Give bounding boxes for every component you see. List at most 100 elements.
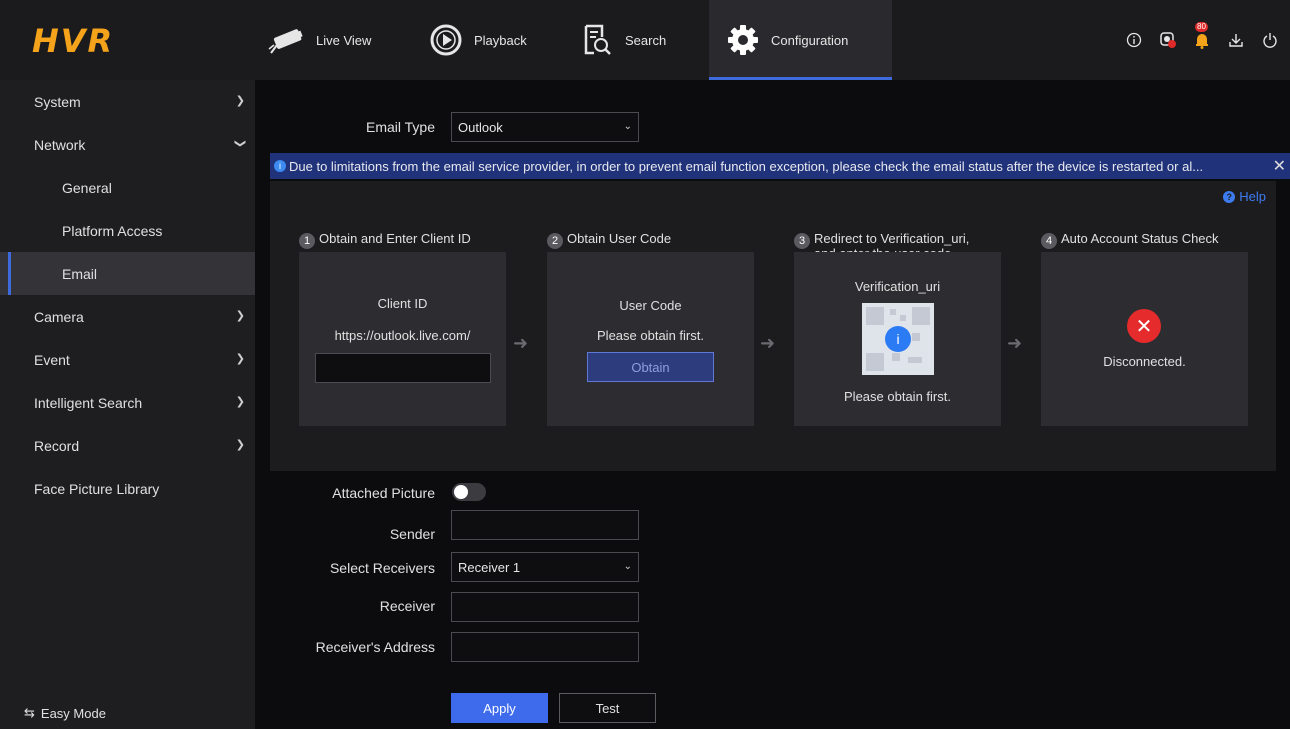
apply-button[interactable]: Apply xyxy=(451,693,548,723)
chevron-down-icon: ❯ xyxy=(233,138,246,149)
playback-icon xyxy=(424,20,468,60)
alarm-bell-icon[interactable]: 80 xyxy=(1192,22,1212,50)
sidebar-item-network[interactable]: Network ❯ xyxy=(0,123,255,166)
sidebar-item-label: System xyxy=(34,93,81,110)
receiver-label: Receiver xyxy=(379,598,435,614)
chevron-right-icon: ❯ xyxy=(235,310,245,322)
sidebar-item-label: Email xyxy=(62,265,98,282)
verification-card: Verification_uri i Please obtain first. xyxy=(794,252,1001,426)
verification-label: Verification_uri xyxy=(854,279,941,294)
sidebar-item-platform-access[interactable]: Platform Access xyxy=(0,209,255,252)
receiver-input[interactable] xyxy=(451,592,639,622)
notice-banner: i Due to limitations from the email serv… xyxy=(270,153,1290,179)
top-bar: HVR Live View Playback Search Configurat… xyxy=(0,0,1290,80)
search-file-icon xyxy=(575,20,619,60)
camera-status-icon[interactable] xyxy=(1158,30,1178,50)
help-link[interactable]: ? Help xyxy=(1223,189,1266,204)
arrow-right-icon: ➜ xyxy=(1007,333,1023,353)
sender-label: Sender xyxy=(389,526,435,542)
sidebar-item-general[interactable]: General xyxy=(0,166,255,209)
email-type-label: Email Type xyxy=(366,119,435,135)
chevron-down-icon: ⌄ xyxy=(623,121,632,132)
tab-configuration[interactable]: Configuration xyxy=(709,0,892,80)
swap-icon: ⇆ xyxy=(24,705,35,720)
step-1-title: 1 Obtain and Enter Client ID xyxy=(299,231,471,249)
alarm-count-badge: 80 xyxy=(1195,22,1208,32)
chevron-right-icon: ❯ xyxy=(235,396,245,408)
client-id-input[interactable] xyxy=(315,353,491,383)
test-button[interactable]: Test xyxy=(559,693,656,723)
info-icon: i xyxy=(885,326,911,352)
easy-mode-button[interactable]: ⇆ Easy Mode xyxy=(24,705,106,721)
email-type-value: Outlook xyxy=(458,119,503,135)
user-code-label: User Code xyxy=(619,298,682,313)
sidebar-item-label: Network xyxy=(34,136,86,153)
sidebar-item-camera[interactable]: Camera ❯ xyxy=(0,295,255,338)
sidebar: System ❯ Network ❯ General Platform Acce… xyxy=(0,80,255,729)
sidebar-item-email[interactable]: Email xyxy=(0,252,255,295)
tab-live-view-label: Live View xyxy=(316,32,372,48)
sidebar-item-label: Platform Access xyxy=(62,222,163,239)
step-4-title: 4 Auto Account Status Check xyxy=(1041,231,1219,249)
select-receivers-value: Receiver 1 xyxy=(458,559,521,575)
receiver-address-input[interactable] xyxy=(451,632,639,662)
sender-input[interactable] xyxy=(451,510,639,540)
chevron-down-icon: ⌄ xyxy=(623,561,632,572)
arrow-right-icon: ➜ xyxy=(760,333,776,353)
sidebar-item-label: Face Picture Library xyxy=(34,480,160,497)
info-icon: i xyxy=(274,160,286,172)
step-number: 1 xyxy=(299,233,315,249)
verification-status: Please obtain first. xyxy=(844,389,951,404)
step-number: 3 xyxy=(794,233,810,249)
attached-picture-label: Attached Picture xyxy=(332,485,435,501)
sidebar-item-system[interactable]: System ❯ xyxy=(0,80,255,123)
sidebar-item-label: Event xyxy=(34,351,70,368)
download-icon[interactable] xyxy=(1226,30,1246,50)
select-receivers-label: Select Receivers xyxy=(329,560,435,576)
gear-icon xyxy=(721,20,765,60)
sidebar-item-intelligent-search[interactable]: Intelligent Search ❯ xyxy=(0,381,255,424)
tab-playback-label: Playback xyxy=(474,32,527,48)
camera-icon xyxy=(266,20,310,60)
qr-code-placeholder: i xyxy=(862,303,934,375)
chevron-right-icon: ❯ xyxy=(235,439,245,451)
sidebar-item-event[interactable]: Event ❯ xyxy=(0,338,255,381)
obtain-button[interactable]: Obtain xyxy=(587,352,714,382)
sidebar-item-record[interactable]: Record ❯ xyxy=(0,424,255,467)
user-code-status: Please obtain first. xyxy=(597,328,704,343)
top-right-icons: 80 xyxy=(1124,22,1280,50)
select-receivers-select[interactable]: Receiver 1 ⌄ xyxy=(451,552,639,582)
tab-search-label: Search xyxy=(625,32,667,48)
info-icon[interactable] xyxy=(1124,30,1144,50)
arrow-right-icon: ➜ xyxy=(513,333,529,353)
account-status-card: ✕ Disconnected. xyxy=(1041,252,1248,426)
help-icon: ? xyxy=(1223,190,1236,203)
oauth-steps-panel: ? Help 1 Obtain and Enter Client ID 2 Ob… xyxy=(270,181,1276,471)
email-type-select[interactable]: Outlook ⌄ xyxy=(451,112,639,142)
client-id-label: Client ID xyxy=(377,296,428,311)
tab-search[interactable]: Search xyxy=(575,0,666,80)
step-title-text: Auto Account Status Check xyxy=(1061,231,1219,246)
sidebar-item-face-picture-library[interactable]: Face Picture Library xyxy=(0,467,255,510)
tab-live-view[interactable]: Live View xyxy=(266,0,371,80)
error-icon: ✕ xyxy=(1127,309,1161,343)
chevron-right-icon: ❯ xyxy=(235,353,245,365)
step-title-text: Obtain and Enter Client ID xyxy=(319,231,471,246)
client-id-card: Client ID https://outlook.live.com/ xyxy=(299,252,506,426)
step-2-title: 2 Obtain User Code xyxy=(547,231,671,249)
attached-picture-toggle[interactable] xyxy=(452,483,486,501)
power-icon[interactable] xyxy=(1260,30,1280,50)
easy-mode-label: Easy Mode xyxy=(40,705,106,721)
tab-playback[interactable]: Playback xyxy=(424,0,527,80)
toggle-knob xyxy=(454,485,468,499)
tab-configuration-label: Configuration xyxy=(771,32,849,48)
main-content: Email Type Outlook ⌄ i Due to limitation… xyxy=(255,80,1290,729)
client-id-url: https://outlook.live.com/ xyxy=(334,328,471,343)
sidebar-item-label: General xyxy=(62,179,112,196)
step-number: 2 xyxy=(547,233,563,249)
close-icon[interactable]: ✕ xyxy=(1273,156,1286,176)
user-code-card: User Code Please obtain first. Obtain xyxy=(547,252,754,426)
help-label: Help xyxy=(1239,189,1266,204)
account-status-text: Disconnected. xyxy=(1103,354,1186,369)
app-logo: HVR xyxy=(32,22,115,60)
